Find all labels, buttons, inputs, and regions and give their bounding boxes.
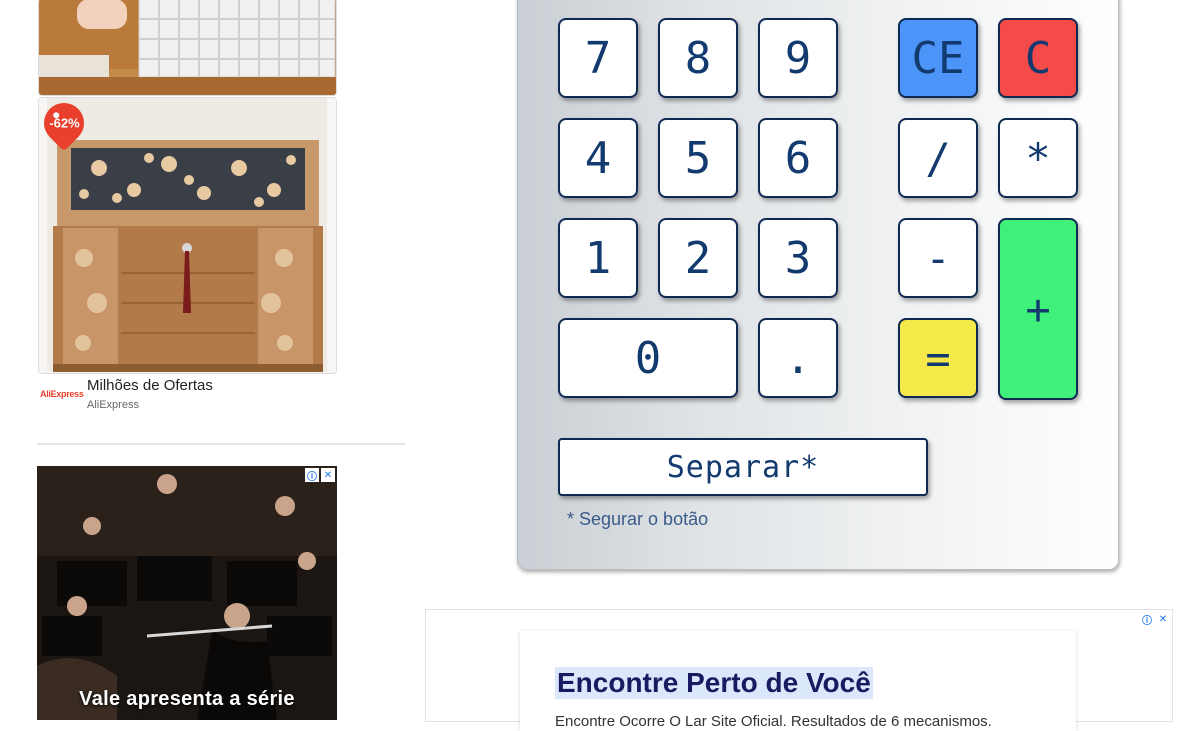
- bottom-ad-subtitle: Encontre Ocorre O Lar Site Oficial. Resu…: [555, 713, 992, 730]
- key-6[interactable]: 6: [758, 118, 838, 198]
- minus-button[interactable]: -: [898, 218, 978, 298]
- decimal-button[interactable]: .: [758, 318, 838, 398]
- video-ad-caption: Vale apresenta a série: [79, 688, 295, 710]
- bottom-ad-title[interactable]: Encontre Perto de Você: [555, 667, 873, 699]
- close-icon[interactable]: ✕: [1156, 612, 1170, 626]
- discount-badge-label: -62%: [48, 115, 80, 131]
- key-7[interactable]: 7: [558, 18, 638, 98]
- key-3[interactable]: 3: [758, 218, 838, 298]
- info-icon[interactable]: ⓘ: [1140, 612, 1154, 627]
- plus-button[interactable]: +: [998, 218, 1078, 400]
- bottom-ad-card[interactable]: Encontre Perto de Você Encontre Ocorre O…: [520, 631, 1076, 731]
- key-8[interactable]: 8: [658, 18, 738, 98]
- hold-button-hint: * Segurar o botão: [567, 509, 709, 529]
- key-0[interactable]: 0: [558, 318, 738, 398]
- divide-button[interactable]: /: [898, 118, 978, 198]
- ad-choices[interactable]: ⓘ ✕: [305, 468, 335, 483]
- key-5[interactable]: 5: [658, 118, 738, 198]
- key-2[interactable]: 2: [658, 218, 738, 298]
- clear-button[interactable]: C: [998, 18, 1078, 98]
- aliexpress-ad-footer[interactable]: AliExpress Milhões de Ofertas AliExpress: [38, 375, 338, 417]
- close-icon[interactable]: ✕: [321, 468, 335, 482]
- ad-source: AliExpress: [87, 399, 139, 411]
- divider: [37, 443, 405, 445]
- aliexpress-logo: AliExpress: [40, 389, 84, 399]
- ad-title[interactable]: Milhões de Ofertas: [87, 377, 213, 394]
- info-icon[interactable]: ⓘ: [305, 468, 319, 483]
- key-1[interactable]: 1: [558, 218, 638, 298]
- drawer-organizer-image: [39, 0, 336, 95]
- multiply-button[interactable]: *: [998, 118, 1078, 198]
- clear-entry-button[interactable]: CE: [898, 18, 978, 98]
- key-9[interactable]: 9: [758, 18, 838, 98]
- jewelry-box-image: [39, 98, 336, 373]
- key-4[interactable]: 4: [558, 118, 638, 198]
- separate-button[interactable]: Separar*: [558, 438, 928, 496]
- orchestra-image: [37, 466, 337, 720]
- video-ad[interactable]: Vale apresenta a série ⓘ ✕: [37, 466, 337, 720]
- ad-choices[interactable]: ⓘ ✕: [1140, 612, 1170, 627]
- bottom-ad[interactable]: ⓘ ✕ Encontre Perto de Você Encontre Ocor…: [425, 609, 1173, 731]
- product-image-top[interactable]: [38, 0, 337, 96]
- equals-button[interactable]: =: [898, 318, 978, 398]
- product-image-jewelry-box[interactable]: -62%: [38, 97, 337, 374]
